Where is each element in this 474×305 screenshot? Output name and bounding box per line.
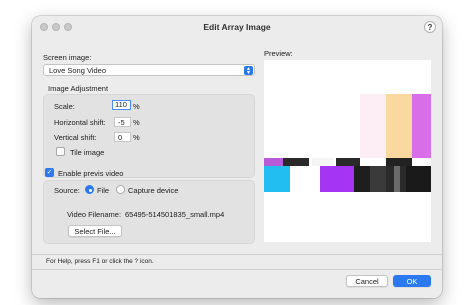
horizontal-shift-label: Horizontal shift: <box>54 118 106 127</box>
preview-gray-block <box>370 166 386 192</box>
preview-dark-strip-3 <box>386 158 412 166</box>
help-text: For Help, press F1 or click the ? icon. <box>46 258 154 265</box>
help-question-icon[interactable]: ? <box>424 21 436 33</box>
preview-pink-block <box>360 94 386 158</box>
preview-dark-strip <box>283 158 309 166</box>
vertical-shift-unit: % <box>133 133 140 142</box>
horizontal-shift-input[interactable]: -5 <box>114 117 131 127</box>
preview-label: Preview: <box>264 49 293 58</box>
preview-cyan-block <box>264 166 290 192</box>
window-title: Edit Array Image <box>203 22 271 32</box>
source-capture-radio[interactable] <box>116 185 125 194</box>
preview-gray-bar <box>394 166 400 192</box>
source-file-label: File <box>97 186 110 195</box>
edit-array-image-dialog: Edit Array Image ? Screen image: Love So… <box>32 16 442 298</box>
image-adjustment-heading: Image Adjustment <box>48 84 109 93</box>
source-file-radio[interactable] <box>85 185 94 194</box>
horizontal-shift-unit: % <box>133 118 140 127</box>
cancel-button[interactable]: Cancel <box>346 275 388 287</box>
preview-magenta-block <box>412 94 431 158</box>
preview-black-block <box>354 166 370 192</box>
title-bar: Edit Array Image ? <box>32 16 442 38</box>
tile-image-checkbox[interactable] <box>56 147 65 156</box>
vertical-shift-input[interactable]: 0 <box>114 132 131 142</box>
preview-light-strip <box>312 158 334 166</box>
enable-previs-label: Enable previs video <box>58 169 124 178</box>
footer-divider-2 <box>32 269 442 270</box>
scale-unit: % <box>133 102 140 111</box>
source-label: Source: <box>54 186 80 195</box>
chevron-updown-icon: ▴ ▾ <box>244 66 253 76</box>
ok-button[interactable]: OK <box>393 275 431 287</box>
video-filename-value: 65495-514501835_small.mp4 <box>125 210 225 219</box>
video-filename-label: Video Filename: <box>67 210 122 219</box>
source-capture-label: Capture device <box>128 186 179 195</box>
footer-divider <box>32 254 442 255</box>
enable-previs-checkbox[interactable]: ✓ <box>45 168 54 177</box>
preview-orange-block <box>386 94 412 158</box>
preview-black-block-3 <box>406 166 431 192</box>
scale-input[interactable]: 110 <box>112 100 131 110</box>
image-adjustment-group: Scale: 110 % Horizontal shift: -5 % Vert… <box>43 94 255 178</box>
scale-label: Scale: <box>54 102 75 111</box>
select-file-button[interactable]: Select File... <box>68 225 122 237</box>
screen-image-selected-value: Love Song Video <box>49 66 106 75</box>
preview-violet-block <box>320 166 354 192</box>
tile-image-label: Tile image <box>70 148 105 157</box>
preview-image <box>264 60 431 242</box>
screen-image-select[interactable]: Love Song Video ▴ ▾ <box>43 64 255 76</box>
vertical-shift-label: Vertical shift: <box>54 133 97 142</box>
preview-purple-strip <box>264 158 283 166</box>
screen-image-label: Screen image: <box>43 53 92 62</box>
preview-dark-strip-2 <box>336 158 360 166</box>
previs-group: Source: File Capture device Video Filena… <box>43 180 255 244</box>
